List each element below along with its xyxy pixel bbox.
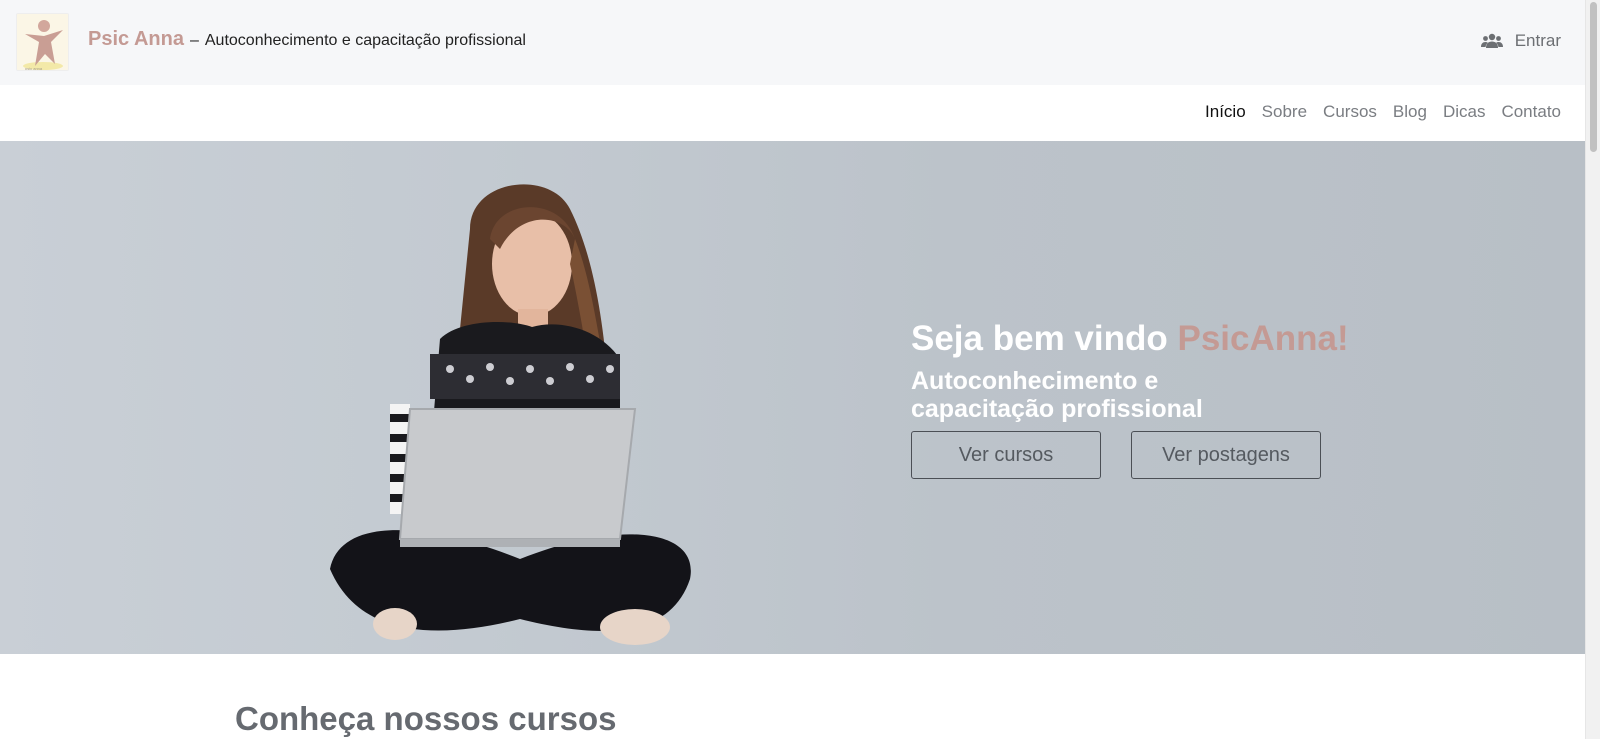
- psicanna-logo-icon: psic anna: [17, 14, 68, 71]
- brand[interactable]: Psic Anna – Autoconhecimento e capacitaç…: [88, 28, 526, 51]
- login-button[interactable]: Entrar: [1480, 31, 1561, 51]
- nav-item-cursos[interactable]: Cursos: [1323, 102, 1377, 122]
- nav-item-dicas[interactable]: Dicas: [1443, 102, 1486, 122]
- ver-cursos-button[interactable]: Ver cursos: [911, 431, 1101, 479]
- brand-tagline: Autoconhecimento e capacitação profissio…: [204, 32, 526, 49]
- ver-postagens-button[interactable]: Ver postagens: [1131, 431, 1321, 479]
- top-header: psic anna Psic Anna – Autoconhecimento e…: [0, 0, 1585, 85]
- hero-banner: Seja bem vindo PsicAnna! Autoconheciment…: [0, 141, 1585, 654]
- login-label: Entrar: [1514, 31, 1561, 50]
- main-nav: Início Sobre Cursos Blog Dicas Contato: [0, 85, 1585, 141]
- nav-item-inicio[interactable]: Início: [1205, 102, 1246, 122]
- logo[interactable]: psic anna: [16, 13, 69, 71]
- brand-separator: –: [189, 32, 199, 49]
- hero-content: Seja bem vindo PsicAnna! Autoconheciment…: [911, 319, 1349, 479]
- page: psic anna Psic Anna – Autoconhecimento e…: [0, 0, 1585, 739]
- hero-title-main: Seja bem vindo: [911, 319, 1168, 358]
- svg-text:psic anna: psic anna: [25, 66, 43, 71]
- woman-with-laptop-image: [330, 184, 691, 645]
- page-scrollbar[interactable]: [1585, 0, 1600, 739]
- hero-title: Seja bem vindo PsicAnna!: [911, 319, 1349, 359]
- hero-title-accent: PsicAnna!: [1177, 319, 1349, 358]
- users-icon: [1480, 33, 1503, 48]
- nav-item-contato[interactable]: Contato: [1501, 102, 1561, 122]
- scrollbar-thumb[interactable]: [1590, 2, 1597, 152]
- nav-item-sobre[interactable]: Sobre: [1262, 102, 1307, 122]
- nav-item-blog[interactable]: Blog: [1393, 102, 1427, 122]
- nav-list: Início Sobre Cursos Blog Dicas Contato: [1189, 102, 1561, 122]
- brand-name[interactable]: Psic Anna: [88, 28, 184, 51]
- hero-subtitle: Autoconhecimento e capacitação profissio…: [911, 367, 1203, 423]
- hero-buttons: Ver cursos Ver postagens: [911, 431, 1341, 479]
- courses-section-title: Conheça nossos cursos: [235, 700, 617, 737]
